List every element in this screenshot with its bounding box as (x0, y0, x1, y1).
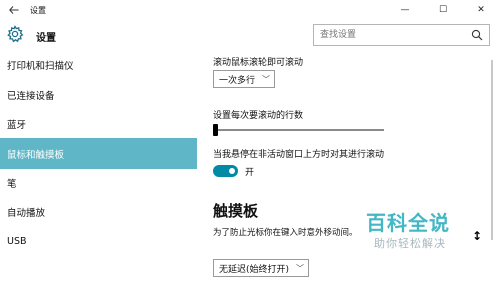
scroll-lines-slider-thumb[interactable] (213, 124, 218, 136)
sidebar-item-autoplay[interactable]: 自动播放 (0, 198, 197, 226)
mouse-cursor-icon: ↕ (472, 229, 483, 243)
inactive-scroll-toggle[interactable] (213, 165, 238, 177)
sidebar-item-label: 蓝牙 (7, 120, 27, 131)
close-button[interactable]: ✕ (462, 0, 500, 20)
watermark-subtitle: 助你轻松解决 (374, 237, 446, 250)
sidebar-item-label: 已连接设备 (7, 91, 55, 102)
scrollbar[interactable] (488, 60, 496, 240)
touchpad-delay-dropdown[interactable]: 无延迟(始终打开) ﹀ (213, 259, 309, 277)
sidebar-item-pen[interactable]: 笔 (0, 169, 197, 197)
toggle-knob (229, 168, 235, 174)
sidebar-item-label: 笔 (7, 179, 17, 190)
scroll-lines-label: 设置每次要滚动的行数 (213, 111, 304, 121)
settings-header: 设置 (0, 20, 500, 50)
sidebar-item-label: USB (7, 235, 27, 247)
sidebar-item-bluetooth[interactable]: 蓝牙 (0, 110, 197, 138)
touchpad-description: 为了防止光标你在键入时意外移动间。 (213, 228, 358, 238)
window-title: 设置 (30, 5, 46, 15)
maximize-button[interactable]: ☐ (424, 0, 462, 20)
scroll-mode-dropdown[interactable]: 一次多行 ﹀ (213, 70, 275, 88)
scroll-lines-slider-track[interactable] (213, 129, 384, 131)
touchpad-delay-value: 无延迟(始终打开) (219, 264, 290, 275)
title-bar: 设置 — ☐ ✕ (0, 0, 500, 20)
scroll-mode-value: 一次多行 (219, 75, 256, 86)
gear-icon (6, 25, 24, 43)
search-input[interactable] (314, 25, 464, 45)
scroll-wheel-label: 滚动鼠标滚轮即可滚动 (213, 58, 304, 68)
toggle-state-label: 开 (245, 168, 255, 178)
watermark: 百科全说 助你轻松解决 (360, 205, 470, 255)
sidebar-item-usb[interactable]: USB (0, 227, 197, 255)
chevron-down-icon: ﹀ (262, 75, 270, 84)
sidebar-item-label: 鼠标和触摸板 (7, 149, 65, 161)
back-arrow-icon[interactable] (0, 0, 28, 20)
sidebar: 打印机和扫描仪 已连接设备 蓝牙 鼠标和触摸板 笔 自动播放 USB (0, 50, 197, 281)
minimize-button[interactable]: — (386, 0, 424, 20)
sidebar-item-label: 打印机和扫描仪 (7, 61, 74, 72)
sidebar-item-connected-devices[interactable]: 已连接设备 (0, 81, 197, 109)
touchpad-section-title: 触摸板 (213, 202, 259, 220)
sidebar-item-mouse-touchpad[interactable]: 鼠标和触摸板 (0, 138, 197, 169)
chevron-down-icon: ﹀ (296, 264, 304, 273)
search-box[interactable] (313, 24, 490, 46)
page-title: 设置 (36, 33, 56, 44)
sidebar-item-label: 自动播放 (7, 208, 46, 219)
watermark-title: 百科全说 (366, 211, 450, 235)
inactive-scroll-label: 当我悬停在非活动窗口上方时对其进行滚动 (213, 150, 385, 160)
search-icon[interactable] (471, 29, 483, 41)
sidebar-item-printers[interactable]: 打印机和扫描仪 (0, 51, 197, 79)
